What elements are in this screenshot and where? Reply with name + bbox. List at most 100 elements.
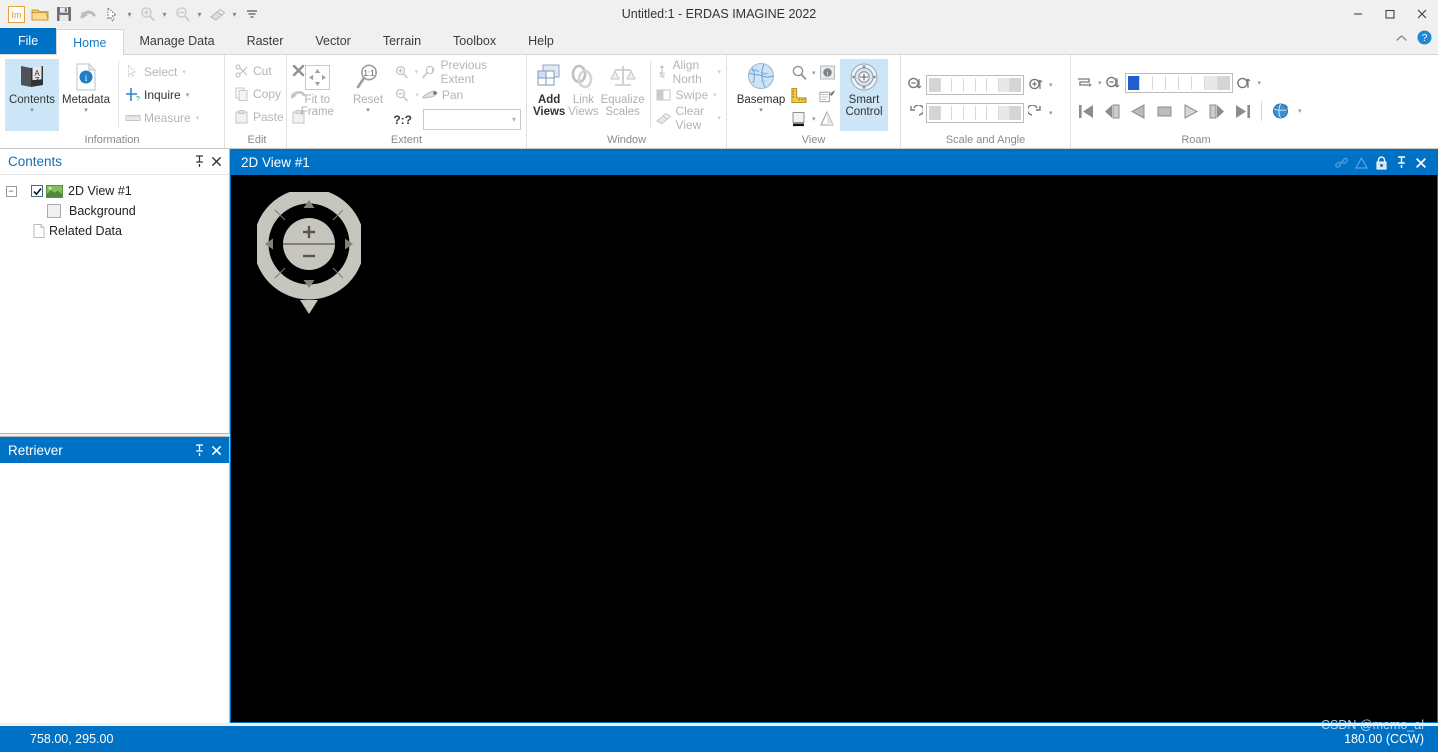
paste-button[interactable]: Paste [233, 105, 284, 128]
tab-vector[interactable]: Vector [299, 28, 366, 54]
retriever-panel-body[interactable] [0, 463, 229, 723]
close-icon[interactable] [1411, 153, 1431, 173]
tree-checkbox[interactable] [47, 201, 61, 221]
add-views-button[interactable]: Add Views [532, 59, 566, 131]
basemap-button[interactable]: Basemap ▾ [732, 59, 790, 131]
tree-item-2d-view[interactable]: − 2D View #1 [4, 181, 229, 201]
tab-manage-data[interactable]: Manage Data [124, 28, 231, 54]
angle-slider[interactable] [926, 102, 1024, 123]
pan-button[interactable]: ▾ Pan [393, 83, 521, 106]
chevron-down-icon[interactable]: ▾ [810, 115, 816, 123]
chevron-down-icon[interactable]: ▾ [230, 3, 239, 25]
open-folder-icon[interactable] [29, 3, 51, 25]
tree-expander[interactable]: − [4, 181, 18, 201]
link-chain-icon[interactable] [1331, 153, 1351, 173]
triangle-icon[interactable] [1351, 153, 1371, 173]
tab-terrain[interactable]: Terrain [367, 28, 437, 54]
minimize-button[interactable] [1342, 0, 1374, 28]
rotate-cw-icon[interactable] [1027, 104, 1044, 121]
stop-icon[interactable] [1154, 101, 1175, 122]
chevron-down-icon[interactable]: ▾ [711, 91, 717, 99]
scale-ruler-icon[interactable] [790, 87, 807, 104]
rotate-ccw-icon[interactable] [906, 104, 923, 121]
zoom-in-icon[interactable] [136, 3, 158, 25]
chevron-down-icon[interactable]: ▾ [1047, 81, 1053, 89]
pin-icon[interactable] [1391, 153, 1411, 173]
inquire-button[interactable]: ? Inquire ▾ [124, 83, 199, 106]
chevron-down-icon[interactable]: ▾ [160, 3, 169, 25]
chevron-down-icon[interactable]: ▾ [715, 114, 721, 122]
roam-speed-up-icon[interactable] [1236, 75, 1253, 92]
close-icon[interactable] [208, 440, 225, 460]
clear-view-button[interactable]: Clear View ▾ [655, 104, 721, 132]
play-forward-icon[interactable] [1180, 101, 1201, 122]
app-logo-icon[interactable]: Im [5, 3, 27, 25]
align-north-button[interactable]: N Align North ▾ [655, 58, 721, 86]
tab-toolbox[interactable]: Toolbox [437, 28, 512, 54]
previous-extent-button[interactable]: ▾ Previous Extent [393, 58, 521, 86]
tab-home[interactable]: Home [56, 29, 124, 55]
link-views-button[interactable]: Link Views [566, 59, 600, 131]
chevron-down-icon[interactable]: ▾ [195, 3, 204, 25]
maximize-button[interactable] [1374, 0, 1406, 28]
chevron-down-icon[interactable]: ▾ [413, 91, 419, 99]
step-forward-icon[interactable] [1206, 101, 1227, 122]
chevron-down-icon[interactable]: ▾ [810, 69, 816, 77]
extent-combo[interactable]: ▾ [423, 109, 521, 130]
skip-start-icon[interactable] [1076, 101, 1097, 122]
select-cursor-icon[interactable] [101, 3, 123, 25]
skip-end-icon[interactable] [1232, 101, 1253, 122]
reset-button[interactable]: 1:1 Reset ▾ [343, 59, 394, 131]
undo-icon[interactable] [77, 3, 99, 25]
equalize-scales-button[interactable]: Equalize Scales [601, 59, 645, 131]
roam-speed-slider[interactable] [1124, 73, 1233, 93]
tab-file[interactable]: File [0, 28, 57, 54]
chevron-down-icon[interactable]: ▾ [413, 68, 419, 76]
chevron-down-icon[interactable]: ▾ [84, 107, 88, 115]
chevron-down-icon[interactable]: ▾ [30, 107, 34, 115]
cut-button[interactable]: Cut [233, 59, 284, 82]
zoom-out-step-icon[interactable] [906, 76, 923, 93]
magnifier-icon[interactable] [790, 64, 807, 81]
chevron-down-icon[interactable]: ▾ [759, 107, 763, 115]
chevron-down-icon[interactable]: ▾ [715, 68, 721, 76]
contents-button[interactable]: A Z Contents ▾ [5, 59, 59, 131]
metadata-button[interactable]: i Metadata ▾ [59, 59, 113, 131]
tree-item-background[interactable]: Background [4, 201, 229, 221]
chevron-down-icon[interactable]: ▾ [1296, 107, 1302, 115]
roam-speed-down-icon[interactable] [1105, 75, 1122, 92]
roam-globe-icon[interactable] [1270, 101, 1291, 122]
customize-qat-icon[interactable] [241, 3, 263, 25]
chevron-down-icon[interactable]: ▾ [1047, 109, 1053, 117]
chevron-down-icon[interactable]: ▾ [194, 114, 200, 122]
smart-control-button[interactable]: Smart Control [840, 59, 888, 131]
view-properties-icon[interactable] [819, 87, 836, 104]
background-color-icon[interactable] [790, 110, 807, 127]
fit-to-frame-button[interactable]: Fit to Frame [292, 59, 343, 131]
chevron-down-icon[interactable]: ▾ [366, 107, 370, 115]
close-button[interactable] [1406, 0, 1438, 28]
save-icon[interactable] [53, 3, 75, 25]
contrast-cone-icon[interactable] [819, 110, 836, 127]
2d-view-canvas[interactable] [231, 175, 1437, 722]
chevron-down-icon[interactable]: ▾ [1096, 79, 1102, 87]
tab-raster[interactable]: Raster [231, 28, 300, 54]
measure-button[interactable]: Measure ▾ [124, 106, 199, 129]
zoom-in-step-icon[interactable] [1027, 76, 1044, 93]
clear-view-icon[interactable] [206, 3, 228, 25]
image-info-icon[interactable]: i [819, 64, 836, 81]
smart-navigation-control[interactable] [253, 188, 365, 317]
pin-icon[interactable] [191, 152, 208, 172]
play-back-icon[interactable] [1128, 101, 1149, 122]
chevron-down-icon[interactable]: ▾ [510, 115, 516, 124]
chevron-down-icon[interactable]: ▾ [125, 3, 134, 25]
close-icon[interactable] [208, 152, 225, 172]
pin-icon[interactable] [191, 440, 208, 460]
scale-slider[interactable] [926, 74, 1024, 95]
lock-icon[interactable] [1371, 153, 1391, 173]
chevron-down-icon[interactable]: ▾ [1256, 79, 1262, 87]
help-icon[interactable]: ? [1417, 30, 1432, 48]
copy-button[interactable]: Copy [233, 82, 284, 105]
chevron-down-icon[interactable]: ▾ [180, 68, 186, 76]
roam-path-icon[interactable] [1076, 75, 1093, 92]
